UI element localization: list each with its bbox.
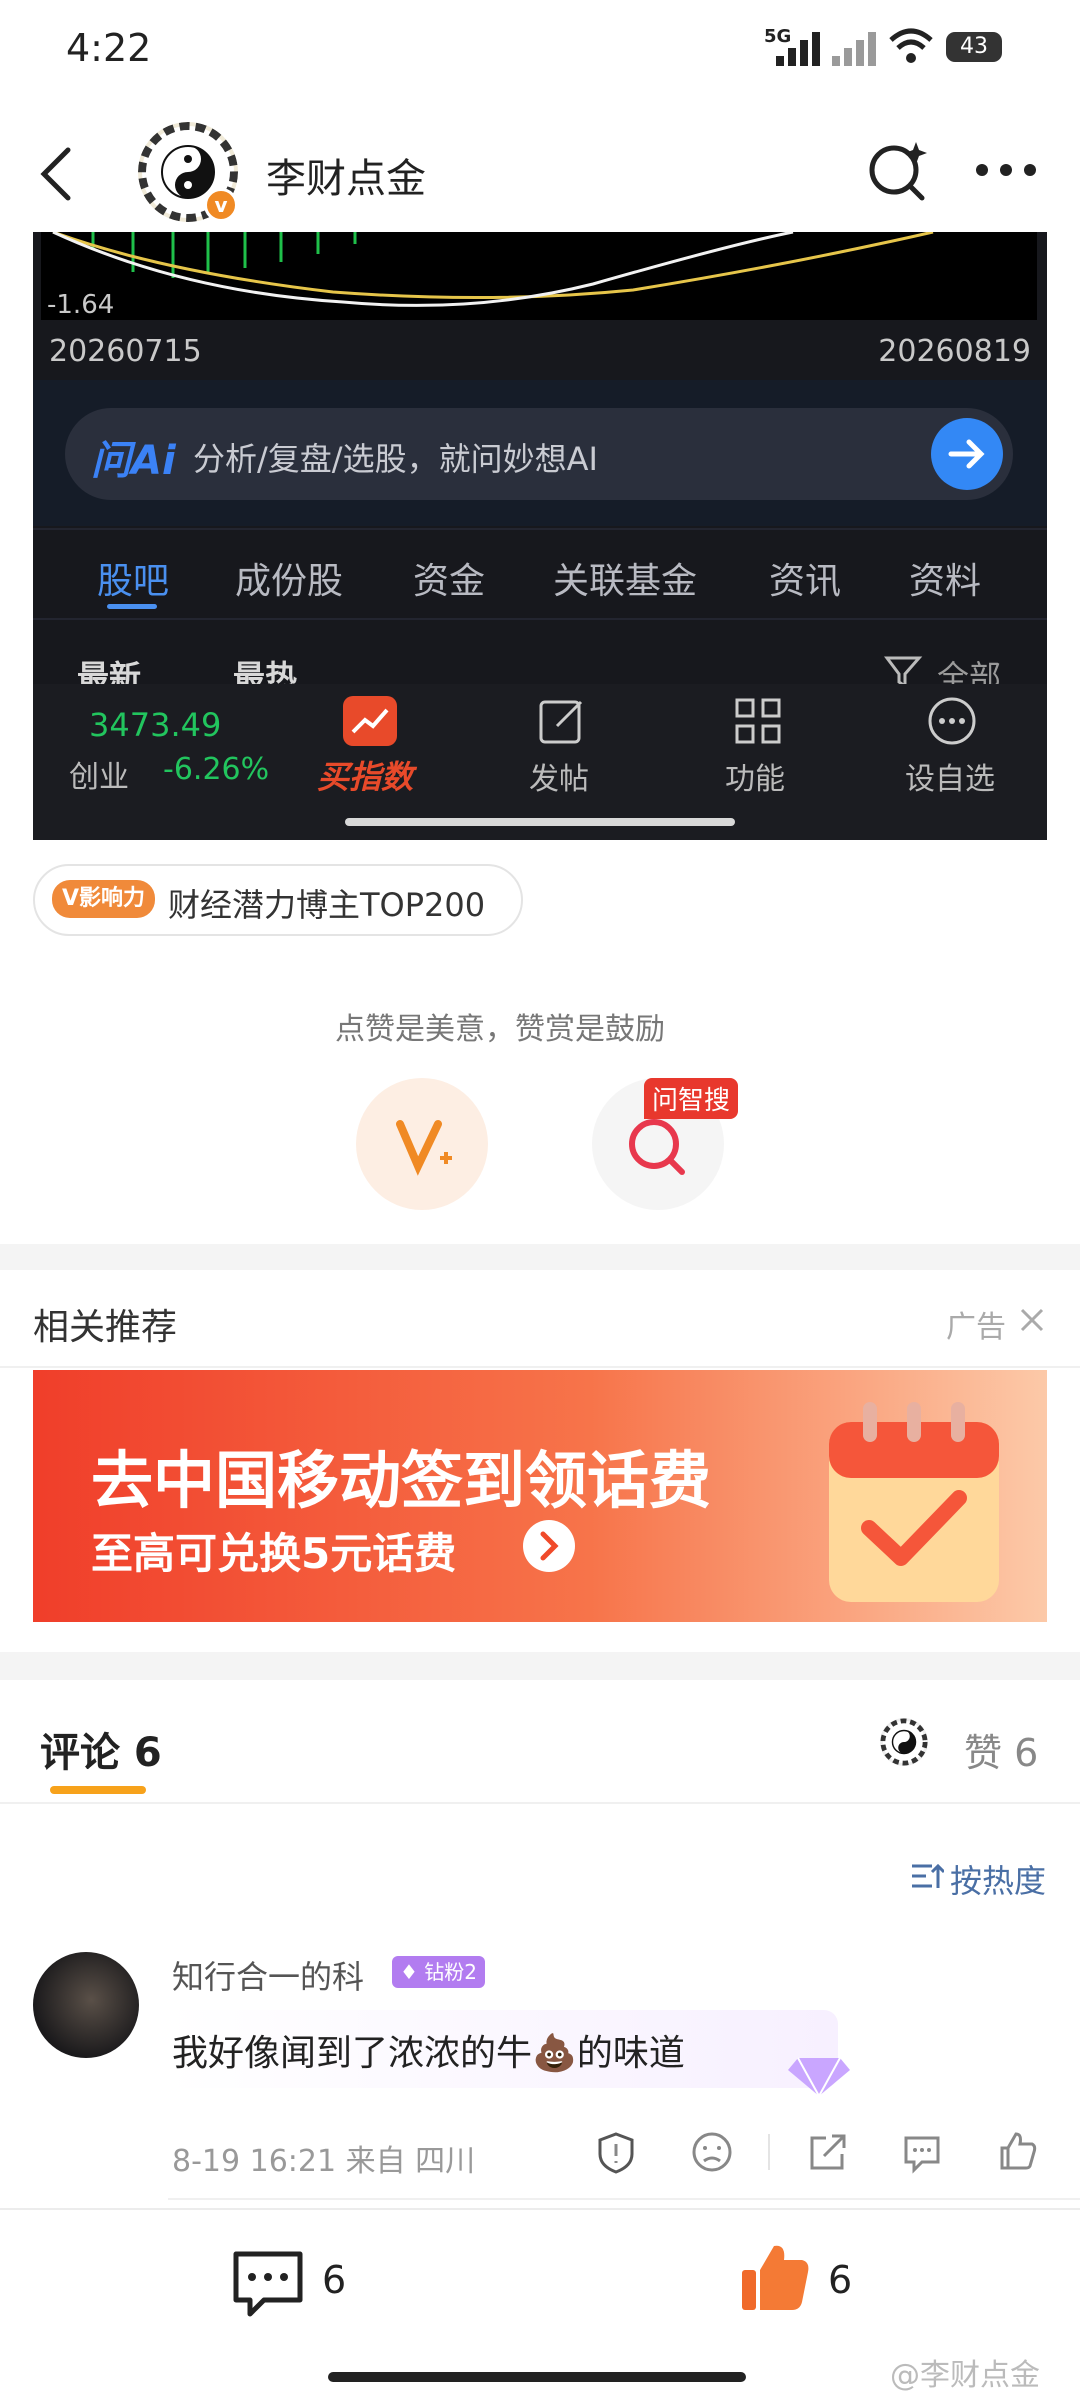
reply-icon[interactable] bbox=[900, 2130, 944, 2174]
signal-icon bbox=[776, 30, 820, 66]
system-home-indicator bbox=[328, 2372, 746, 2382]
sort-icon[interactable] bbox=[910, 1862, 944, 1892]
diamond-icon: ♦ bbox=[400, 1960, 418, 1984]
liker-avatar[interactable] bbox=[880, 1718, 928, 1766]
buy-index-icon[interactable] bbox=[343, 696, 397, 746]
comment-text[interactable]: 我好像闻到了浓浓的牛💩的味道 bbox=[172, 2024, 685, 2076]
index-name: 创业 bbox=[69, 760, 129, 795]
index-change: -6.26% bbox=[163, 752, 270, 787]
buy-index-label[interactable]: 买指数 bbox=[317, 752, 413, 798]
fan-badge-label: 钻粉2 bbox=[424, 1960, 478, 1984]
ai-search-tag: 问智搜 bbox=[644, 1078, 739, 1119]
dislike-face-icon[interactable] bbox=[690, 2130, 734, 2174]
reward-prompt: 点赞是美意，赞赏是鼓励 bbox=[335, 1012, 665, 1047]
comment-text-before: 我好像闻到了浓浓的牛 bbox=[172, 2033, 533, 2074]
share-icon[interactable] bbox=[806, 2130, 850, 2174]
watchlist-icon[interactable] bbox=[925, 694, 979, 748]
chevron-right-icon bbox=[523, 1520, 575, 1572]
post-icon[interactable] bbox=[535, 694, 589, 748]
tab-guba[interactable]: 股吧 bbox=[97, 552, 169, 604]
arrow-right-icon bbox=[948, 439, 985, 469]
date-end-label: 20260819 bbox=[878, 334, 1031, 369]
home-indicator bbox=[345, 818, 735, 826]
action-divider bbox=[768, 2134, 770, 2170]
more-icon[interactable] bbox=[974, 160, 1038, 180]
commenter-name[interactable]: 知行合一的科 bbox=[172, 1952, 364, 1998]
ai-search-icon[interactable] bbox=[866, 138, 930, 202]
related-title: 相关推荐 bbox=[33, 1307, 178, 1348]
tab-related-funds[interactable]: 关联基金 bbox=[553, 552, 697, 604]
close-icon[interactable] bbox=[1018, 1306, 1046, 1334]
poop-emoji: 💩 bbox=[532, 2033, 577, 2074]
functions-icon[interactable] bbox=[731, 694, 785, 748]
reward-button[interactable] bbox=[356, 1078, 488, 1210]
comment-count[interactable]: 6 bbox=[322, 2258, 346, 2302]
comments-tab[interactable]: 评论 6 bbox=[40, 1720, 162, 1778]
comment-text-after: 的味道 bbox=[576, 2033, 685, 2074]
ai-send-button[interactable] bbox=[931, 418, 1003, 490]
like-icon[interactable] bbox=[738, 2240, 812, 2314]
sort-label[interactable]: 按热度 bbox=[950, 1856, 1046, 1902]
ad-banner[interactable]: 去中国移动签到领话费 至高可兑换5元话费 bbox=[33, 1370, 1047, 1622]
gem-decoration-icon bbox=[788, 2057, 850, 2098]
likes-tab[interactable]: 赞 6 bbox=[964, 1722, 1038, 1777]
watermark: @李财点金 bbox=[890, 2358, 1040, 2393]
tab-profile[interactable]: 资料 bbox=[909, 552, 981, 604]
status-time: 4:22 bbox=[66, 26, 152, 70]
report-icon[interactable] bbox=[594, 2130, 638, 2174]
commenter-avatar[interactable] bbox=[33, 1952, 139, 2058]
ad-label: 广告 bbox=[946, 1310, 1006, 1345]
fan-badge: ♦ 钻粉2 bbox=[392, 1956, 486, 1988]
chart-min-label: -1.64 bbox=[47, 290, 115, 320]
back-icon[interactable] bbox=[36, 146, 76, 202]
watchlist-label[interactable]: 设自选 bbox=[905, 754, 995, 798]
like-count[interactable]: 6 bbox=[828, 2258, 852, 2302]
ai-placeholder: 分析/复盘/选股，就问妙想AI bbox=[193, 440, 598, 478]
comments-tab-indicator bbox=[50, 1786, 146, 1794]
tab-constituents[interactable]: 成份股 bbox=[235, 552, 343, 604]
ai-logo: 问Ai bbox=[91, 438, 176, 484]
ad-subtitle: 至高可兑换5元话费 bbox=[91, 1529, 457, 1578]
index-value: 3473.49 bbox=[89, 706, 222, 744]
date-start-label: 20260715 bbox=[49, 334, 202, 369]
calendar-icon bbox=[829, 1402, 999, 1602]
influence-tag: V影响力 bbox=[52, 880, 156, 918]
comment-divider bbox=[168, 2198, 1080, 2200]
page-title: 李财点金 bbox=[266, 156, 426, 202]
comment-icon[interactable] bbox=[230, 2248, 306, 2320]
stock-screenshot-image[interactable]: -1.64 20260715 20260819 问Ai 分析/复盘/选股，就问妙… bbox=[33, 232, 1047, 840]
comment-like-icon[interactable] bbox=[996, 2128, 1040, 2172]
wifi-icon bbox=[889, 28, 933, 63]
signal-2-icon bbox=[832, 30, 876, 66]
post-label[interactable]: 发帖 bbox=[529, 754, 589, 798]
functions-label[interactable]: 功能 bbox=[725, 754, 785, 798]
v-plus-icon bbox=[396, 1120, 452, 1176]
battery-icon: 43 bbox=[946, 32, 1002, 62]
comment-meta: 8-19 16:21 来自 四川 bbox=[172, 2144, 476, 2179]
taiji-small-icon bbox=[880, 1718, 928, 1766]
tab-news[interactable]: 资讯 bbox=[769, 552, 841, 604]
tab-funds-flow[interactable]: 资金 bbox=[413, 552, 485, 604]
verified-badge-icon: v bbox=[204, 188, 238, 222]
influence-text: 财经潜力博主TOP200 bbox=[168, 886, 486, 924]
ad-title: 去中国移动签到领话费 bbox=[91, 1444, 712, 1517]
tab-indicator bbox=[107, 604, 157, 609]
